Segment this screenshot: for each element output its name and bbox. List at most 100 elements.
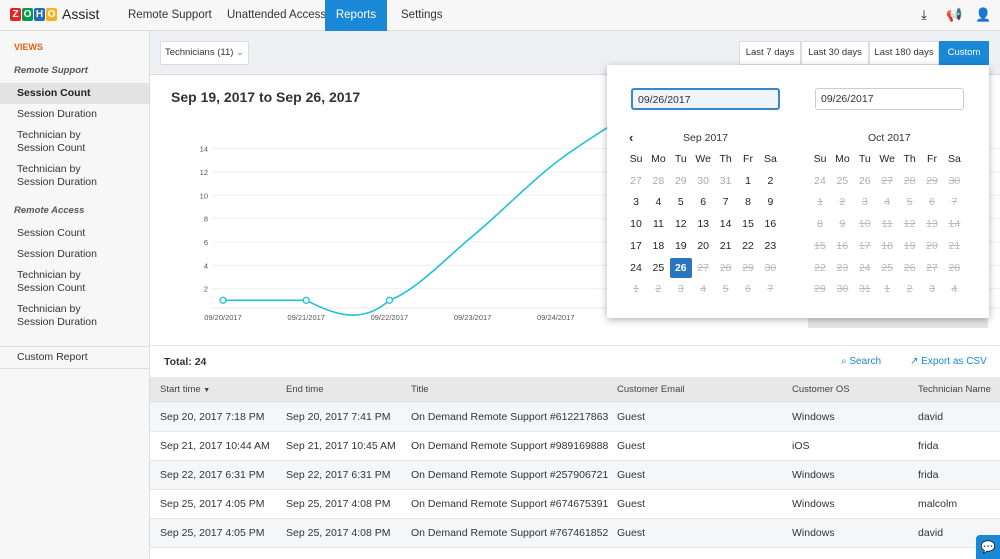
calendar-day[interactable]: 15: [737, 214, 759, 234]
from-date-input[interactable]: 09/26/2017: [631, 88, 780, 110]
month-title-sep: Sep 2017: [683, 132, 728, 144]
calendar-day[interactable]: 27: [625, 171, 647, 191]
calendar-day: 12: [903, 218, 916, 230]
calendar-day[interactable]: 2: [759, 171, 781, 191]
cell-end-time: Sep 20, 2017 7:41 PM: [286, 411, 391, 423]
table-row[interactable]: Sep 21, 2017 10:44 AM Sep 21, 2017 10:45 …: [150, 432, 1000, 461]
calendar-day[interactable]: 23: [759, 236, 781, 256]
col-customer-os[interactable]: Customer OS: [792, 377, 850, 403]
weekday-label: Fr: [927, 153, 937, 165]
calendar-day[interactable]: 24: [809, 171, 831, 191]
weekday-label: Tu: [674, 153, 687, 165]
search-label: Search: [849, 356, 882, 367]
calendar-day[interactable]: 21: [715, 236, 737, 256]
col-end-time[interactable]: End time: [286, 377, 324, 403]
weekday-label: Su: [813, 153, 827, 165]
calendar-day[interactable]: 7: [715, 192, 737, 212]
calendar-day: 3: [677, 283, 684, 295]
calendar-day: 1: [633, 283, 639, 295]
cell-customer-email: Guest: [617, 498, 646, 510]
calendar-day[interactable]: 25: [831, 171, 853, 191]
calendar-day: 4: [951, 283, 958, 295]
divider: [0, 346, 149, 347]
calendar-day[interactable]: 22: [737, 236, 759, 256]
calendar-day: 1: [817, 196, 823, 208]
calendar-day: 29: [814, 283, 826, 295]
table-row[interactable]: Sep 20, 2017 7:18 PM Sep 20, 2017 7:41 PM…: [150, 403, 1000, 432]
calendar-day[interactable]: 17: [625, 236, 647, 256]
col-title[interactable]: Title: [411, 377, 429, 403]
weekday-label: We: [879, 153, 895, 165]
calendar-day[interactable]: 11: [647, 214, 669, 234]
calendar-day: 15: [814, 240, 826, 252]
calendar-day: 14: [948, 218, 961, 230]
cell-technician: frida: [918, 440, 939, 452]
calendar-day: 11: [881, 218, 893, 230]
table-row[interactable]: Sep 25, 2017 4:05 PM Sep 25, 2017 4:08 PM…: [150, 519, 1000, 548]
calendar-day[interactable]: 26: [669, 258, 692, 278]
calendar-day[interactable]: 1: [737, 171, 759, 191]
cell-technician: david: [918, 411, 944, 423]
x-tick-label: 09/24/2017: [537, 313, 575, 322]
weekday-label: Th: [719, 153, 732, 165]
cell-start-time: Sep 25, 2017 4:05 PM: [160, 498, 265, 510]
calendar-day: 4: [884, 196, 891, 208]
prev-month-icon[interactable]: ‹: [629, 130, 633, 145]
calendar-day[interactable]: 18: [647, 236, 669, 256]
calendar-day[interactable]: 30: [692, 171, 714, 191]
total-count: Total: 24: [164, 356, 207, 368]
calendar-day: 2: [839, 196, 846, 208]
calendar-day[interactable]: 5: [670, 192, 692, 212]
search-button[interactable]: ⌕ Search: [841, 356, 881, 367]
calendar-day[interactable]: 29: [670, 171, 692, 191]
calendar-day[interactable]: 26: [854, 171, 876, 191]
calendar-day: 1: [884, 283, 891, 295]
table-row[interactable]: Sep 25, 2017 4:05 PM Sep 25, 2017 4:08 PM…: [150, 490, 1000, 519]
col-label: Start time: [160, 384, 201, 395]
calendar-day: 7: [951, 196, 958, 208]
calendar-day[interactable]: 20: [692, 236, 714, 256]
calendar-day[interactable]: 12: [670, 214, 692, 234]
weekday-label: Mo: [835, 153, 850, 165]
calendar-day: 13: [926, 218, 938, 230]
weekday-label: Sa: [763, 153, 777, 165]
cell-customer-email: Guest: [617, 527, 646, 539]
table-row[interactable]: Sep 22, 2017 6:31 PM Sep 22, 2017 6:31 PM…: [150, 461, 1000, 490]
calendar-day[interactable]: 4: [647, 192, 669, 212]
sidebar-item-custom-report[interactable]: Custom Report: [0, 351, 149, 364]
calendar-day: 4: [700, 283, 707, 295]
cell-end-time: Sep 22, 2017 6:31 PM: [286, 469, 391, 481]
chat-icon[interactable]: 💬: [976, 535, 1000, 559]
export-csv-button[interactable]: ↗ Export as CSV: [910, 356, 987, 367]
cell-customer-email: Guest: [617, 411, 646, 423]
calendar-day[interactable]: 24: [625, 258, 647, 278]
to-date-input[interactable]: 09/26/2017: [815, 88, 964, 110]
cell-start-time: Sep 20, 2017 7:18 PM: [160, 411, 265, 423]
calendar-day[interactable]: 13: [692, 214, 714, 234]
calendar-day: 5: [722, 283, 729, 295]
weekday-label: Th: [903, 153, 916, 165]
col-customer-email[interactable]: Customer Email: [617, 377, 685, 403]
calendar-day[interactable]: 8: [737, 192, 759, 212]
cell-title: On Demand Remote Support #674675391: [411, 498, 609, 510]
calendar-day[interactable]: 14: [715, 214, 737, 234]
col-technician-name[interactable]: Technician Name: [918, 377, 991, 403]
y-tick-label: 2: [204, 285, 208, 294]
calendar-day[interactable]: 19: [670, 236, 692, 256]
calendar-day: 10: [858, 218, 871, 230]
col-start-time[interactable]: Start time ▼: [160, 377, 210, 404]
calendar-day[interactable]: 16: [759, 214, 781, 234]
calendar-day[interactable]: 31: [715, 171, 737, 191]
calendar-day[interactable]: 25: [647, 258, 669, 278]
table-toolbar: Total: 24 ⌕ Search ↗ Export as CSV: [150, 345, 1000, 377]
calendar-day[interactable]: 3: [625, 192, 647, 212]
calendar-day[interactable]: 9: [759, 192, 781, 212]
calendar-day[interactable]: 10: [625, 214, 647, 234]
cell-customer-os: iOS: [792, 440, 810, 452]
calendar-day: 30: [764, 262, 777, 274]
calendar-day: 9: [839, 218, 846, 230]
table-header: Start time ▼ End time Title Customer Ema…: [150, 377, 1000, 403]
calendar-day: 22: [814, 262, 826, 274]
calendar-day[interactable]: 28: [647, 171, 669, 191]
calendar-day[interactable]: 6: [692, 192, 714, 212]
